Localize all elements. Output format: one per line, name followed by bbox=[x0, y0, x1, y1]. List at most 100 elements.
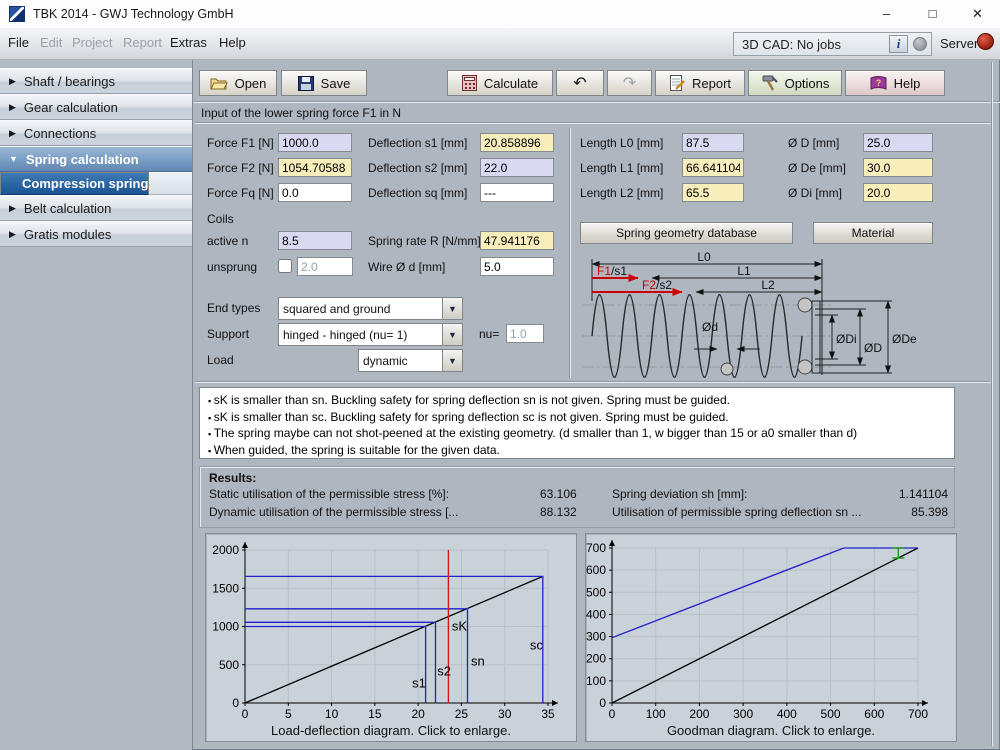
chart-caption: Goodman diagram. Click to enlarge. bbox=[586, 723, 956, 738]
dim-label-l0: L0 bbox=[697, 251, 711, 264]
material-button[interactable]: Material bbox=[813, 222, 933, 244]
svg-text:600: 600 bbox=[864, 707, 884, 721]
form-column-divider bbox=[569, 128, 570, 378]
force-f1-label: Force F1 [N] bbox=[207, 136, 274, 150]
unsprung-checkbox[interactable] bbox=[278, 259, 292, 273]
warning-message: The spring maybe can not shot-peened at … bbox=[208, 426, 946, 443]
result-value: 1.141104 bbox=[860, 487, 948, 501]
sidebar-item-gear-calculation[interactable]: ▶Gear calculation bbox=[0, 94, 192, 120]
dia-di-label: Ø Di [mm] bbox=[788, 186, 842, 200]
result-label: Dynamic utilisation of the permissible s… bbox=[209, 505, 458, 519]
svg-text:20: 20 bbox=[411, 707, 425, 721]
svg-text:0: 0 bbox=[599, 696, 606, 710]
sidebar-item-spring-calculation[interactable]: ▼Spring calculation bbox=[0, 146, 192, 172]
server-status-indicator bbox=[977, 33, 994, 50]
support-select[interactable]: hinged - hinged (nu= 1) ▼ bbox=[278, 323, 463, 346]
svg-text:25: 25 bbox=[455, 707, 469, 721]
length-l2-input[interactable] bbox=[682, 183, 744, 202]
svg-text:700: 700 bbox=[586, 541, 606, 555]
tbk-application-window: { "window": { "title": "TBK 2014 - GWJ T… bbox=[0, 0, 1000, 750]
svg-text:200: 200 bbox=[689, 707, 709, 721]
dropdown-arrow-icon: ▼ bbox=[442, 350, 462, 371]
sidebar-item-gratis-modules[interactable]: ▶Gratis modules bbox=[0, 221, 192, 247]
force-fq-input[interactable] bbox=[278, 183, 352, 202]
svg-text:100: 100 bbox=[646, 707, 666, 721]
chart-caption: Load-deflection diagram. Click to enlarg… bbox=[206, 723, 576, 738]
sidebar-item-compression-spring[interactable]: Compression spring bbox=[0, 172, 149, 195]
spring-geometry-database-button[interactable]: Spring geometry database bbox=[580, 222, 793, 244]
dia-d-input[interactable] bbox=[863, 133, 933, 152]
coils-heading: Coils bbox=[207, 212, 234, 226]
deflection-s2-input[interactable] bbox=[480, 158, 554, 177]
server-label: Server: bbox=[940, 36, 982, 51]
dim-label-f2-s2: F2/s2 bbox=[642, 278, 672, 292]
length-l0-input[interactable] bbox=[682, 133, 744, 152]
undo-button[interactable]: ↶ bbox=[556, 70, 604, 96]
length-l1-input[interactable] bbox=[682, 158, 744, 177]
sidebar-item-belt-calculation[interactable]: ▶Belt calculation bbox=[0, 195, 192, 221]
menu-edit: Edit bbox=[40, 35, 62, 50]
end-types-select[interactable]: squared and ground ▼ bbox=[278, 297, 463, 320]
calculate-button[interactable]: Calculate bbox=[447, 70, 553, 96]
warning-message: sK is smaller than sc. Buckling safety f… bbox=[208, 410, 946, 427]
report-button[interactable]: Report bbox=[655, 70, 745, 96]
dia-de-input[interactable] bbox=[863, 158, 933, 177]
load-deflection-chart[interactable]: 051015202530350500100015002000s1s2sKsnsc… bbox=[205, 533, 577, 742]
svg-text:300: 300 bbox=[586, 630, 606, 644]
force-f1-input[interactable] bbox=[278, 133, 352, 152]
wire-diameter-label: Wire Ø d [mm] bbox=[368, 260, 445, 274]
cad-status-text: 3D CAD: No jobs bbox=[742, 37, 889, 52]
open-button[interactable]: Open bbox=[199, 70, 277, 96]
sidebar-item-connections[interactable]: ▶Connections bbox=[0, 120, 192, 146]
deflection-s1-label: Deflection s1 [mm] bbox=[368, 136, 467, 150]
section-divider bbox=[195, 381, 991, 382]
minimize-button[interactable]: – bbox=[864, 0, 909, 28]
help-book-icon: ? bbox=[870, 76, 887, 91]
wire-diameter-input[interactable] bbox=[480, 257, 554, 276]
sidebar-item-shaft-bearings[interactable]: ▶Shaft / bearings bbox=[0, 68, 192, 94]
help-button[interactable]: ? Help bbox=[845, 70, 945, 96]
results-title: Results: bbox=[209, 471, 256, 485]
menu-project: Project bbox=[72, 35, 112, 50]
result-value: 63.106 bbox=[540, 487, 577, 501]
dim-label-de: ØDe bbox=[892, 332, 917, 346]
svg-text:sc: sc bbox=[530, 637, 544, 652]
goodman-chart[interactable]: 0100200300400500600700010020030040050060… bbox=[585, 533, 957, 742]
length-l2-label: Length L2 [mm] bbox=[580, 186, 663, 200]
spring-dimension-drawing: L0 F1/s1 L1 F2/s2 L2 Ød ØDi ØD ØDe bbox=[582, 251, 954, 379]
svg-text:700: 700 bbox=[908, 707, 928, 721]
active-n-input[interactable] bbox=[278, 231, 352, 250]
svg-text:300: 300 bbox=[733, 707, 753, 721]
chevron-right-icon: ▶ bbox=[9, 102, 16, 113]
save-button[interactable]: Save bbox=[281, 70, 367, 96]
menu-help[interactable]: Help bbox=[219, 35, 246, 50]
load-select[interactable]: dynamic ▼ bbox=[358, 349, 463, 372]
svg-text:35: 35 bbox=[541, 707, 555, 721]
svg-text:600: 600 bbox=[586, 563, 606, 577]
dia-di-input[interactable] bbox=[863, 183, 933, 202]
svg-text:?: ? bbox=[875, 78, 881, 88]
result-value: 88.132 bbox=[540, 505, 577, 519]
dia-d-label: Ø D [mm] bbox=[788, 136, 839, 150]
menu-extras[interactable]: Extras bbox=[170, 35, 207, 50]
cad-info-icon[interactable]: i bbox=[889, 35, 908, 53]
force-f2-input[interactable] bbox=[278, 158, 352, 177]
close-button[interactable]: ✕ bbox=[955, 0, 1000, 28]
spring-rate-input[interactable] bbox=[480, 231, 554, 250]
chevron-right-icon: ▶ bbox=[9, 203, 16, 214]
options-button[interactable]: Options bbox=[748, 70, 842, 96]
dim-label-l2: L2 bbox=[761, 278, 775, 292]
deflection-sq-input[interactable] bbox=[480, 183, 554, 202]
warning-messages-box: sK is smaller than sn. Buckling safety f… bbox=[199, 387, 955, 459]
module-sidebar: ▶Shaft / bearings ▶Gear calculation ▶Con… bbox=[0, 60, 193, 750]
deflection-s1-input[interactable] bbox=[480, 133, 554, 152]
dia-de-label: Ø De [mm] bbox=[788, 161, 846, 175]
nu-input bbox=[506, 324, 544, 343]
maximize-button[interactable]: □ bbox=[910, 0, 955, 28]
input-hint-text: Input of the lower spring force F1 in N bbox=[201, 106, 401, 120]
menu-file[interactable]: File bbox=[8, 35, 29, 50]
svg-text:1500: 1500 bbox=[212, 581, 239, 595]
svg-text:15: 15 bbox=[368, 707, 382, 721]
svg-text:400: 400 bbox=[777, 707, 797, 721]
result-label: Utilisation of permissible spring deflec… bbox=[612, 505, 861, 519]
